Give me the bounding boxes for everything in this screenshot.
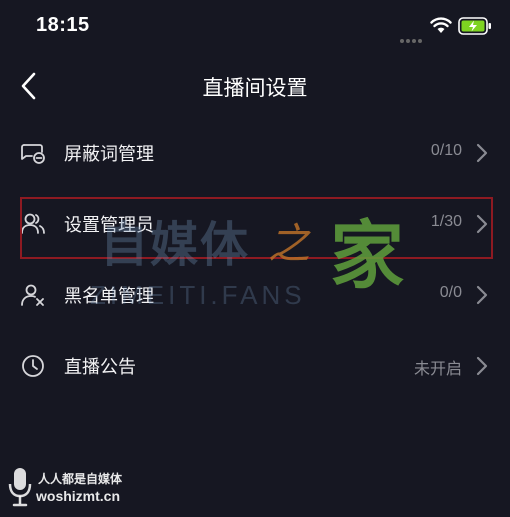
row-label: 屏蔽词管理 — [64, 144, 154, 165]
chevron-right-icon — [476, 214, 488, 234]
admins-icon — [21, 213, 45, 234]
signal-dots-icon — [400, 28, 424, 47]
blocked-words-icon — [21, 144, 45, 164]
row-label: 直播公告 — [64, 357, 136, 378]
nav-bar: 直播间设置 — [0, 58, 510, 114]
watermark-site-text: 自媒体 — [100, 217, 251, 273]
row-value: 0/0 — [439, 284, 462, 301]
watermark-domain-text: ZIMEITI.FANS — [90, 280, 306, 310]
status-time: 18:15 — [36, 14, 90, 36]
settings-row-blocked-words[interactable]: 屏蔽词管理 0/10 — [0, 118, 510, 189]
watermark-jia-text: 家 — [330, 213, 404, 299]
settings-list: 屏蔽词管理 0/10 设置管理员 1/30 黑名单管理 0/0 直播公告 未开启 — [0, 118, 510, 402]
clock-icon — [22, 355, 44, 377]
row-value: 未开启 — [413, 361, 462, 378]
chevron-right-icon — [476, 285, 488, 305]
settings-row-admins[interactable]: 设置管理员 1/30 — [0, 189, 510, 260]
microphone-logo-icon — [8, 468, 32, 507]
settings-row-announcement[interactable]: 直播公告 未开启 — [0, 331, 510, 402]
footer-watermark: 人人都是自媒体 woshizmt.cn — [6, 462, 146, 512]
battery-charging-icon — [458, 17, 491, 35]
wifi-icon — [430, 17, 452, 33]
row-value: 0/10 — [430, 142, 462, 159]
watermark-zhi-text: 之 — [268, 219, 311, 268]
chevron-right-icon — [476, 143, 488, 163]
footer-slogan: 人人都是自媒体 — [38, 472, 123, 486]
blacklist-user-icon — [21, 284, 44, 306]
row-value: 1/30 — [430, 213, 462, 230]
page-title: 直播间设置 — [202, 76, 308, 100]
status-bar: 18:15 — [0, 0, 510, 52]
chevron-right-icon — [476, 356, 488, 376]
footer-domain: woshizmt.cn — [36, 488, 121, 504]
